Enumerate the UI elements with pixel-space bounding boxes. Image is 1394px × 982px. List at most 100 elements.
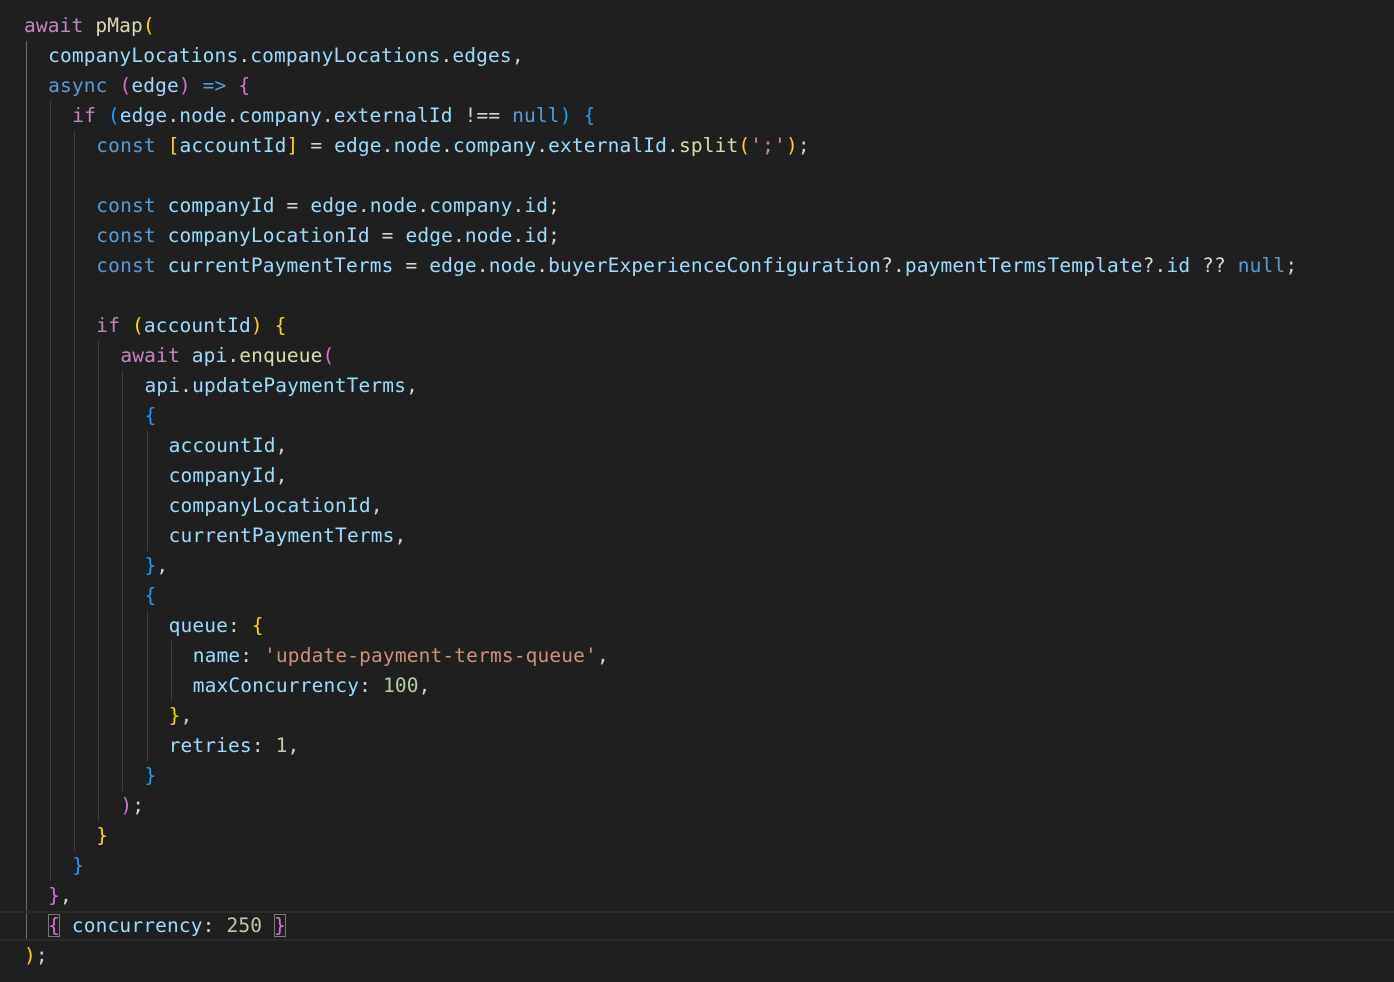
code-line[interactable]: queue: { [0, 611, 264, 641]
code-line[interactable]: }, [0, 881, 72, 911]
token-variable: edge [429, 254, 477, 277]
token-string: 'update-payment-terms-queue' [264, 644, 597, 667]
token-number: 100 [382, 674, 419, 697]
token-variable: currentPaymentTerms [168, 524, 395, 547]
token-plain: . [536, 254, 549, 277]
token-plain: = [393, 254, 430, 277]
code-line[interactable]: async (edge) => { [0, 71, 250, 101]
token-plain: ; [35, 944, 48, 967]
code-editor[interactable]: await pMap(companyLocations.companyLocat… [0, 0, 1394, 982]
token-variable: node [488, 254, 537, 277]
token-bracket-1: [ [167, 134, 180, 157]
code-line[interactable]: currentPaymentTerms, [0, 521, 407, 551]
code-line[interactable]: name: 'update-payment-terms-queue', [0, 641, 609, 671]
token-plain: = [369, 224, 406, 247]
token-plain: . [227, 344, 240, 367]
code-line[interactable]: } [0, 761, 157, 791]
token-plain: . [238, 44, 251, 67]
code-line[interactable]: retries: 1, [0, 731, 300, 761]
code-line[interactable]: if (accountId) { [0, 311, 287, 341]
code-line[interactable]: }, [0, 551, 169, 581]
token-bracket-3: } [144, 764, 157, 787]
token-plain: , [418, 674, 431, 697]
code-line[interactable]: ); [0, 791, 144, 821]
code-line[interactable]: { [0, 581, 157, 611]
token-plain: . [226, 104, 239, 127]
token-bracket-1: ( [738, 134, 751, 157]
token-plain: , [394, 524, 407, 547]
token-plain: ; [797, 134, 810, 157]
token-variable: company [238, 104, 322, 127]
code-line[interactable]: api.updatePaymentTerms, [0, 371, 418, 401]
code-line[interactable]: const currentPaymentTerms = edge.node.bu… [0, 251, 1297, 281]
token-plain: ?? [1190, 254, 1238, 277]
token-bracket-2: ( [119, 74, 132, 97]
token-bracket-3: { [144, 584, 157, 607]
token-plain: . [453, 224, 465, 247]
token-plain: . [536, 134, 549, 157]
code-line[interactable]: const companyId = edge.node.company.id; [0, 191, 560, 221]
token-plain: ; [132, 794, 145, 817]
code-line[interactable]: companyId, [0, 461, 288, 491]
token-bracket-2: } [274, 914, 286, 937]
token-bracket-1: ] [286, 134, 299, 157]
token-plain: = [298, 134, 335, 157]
code-line[interactable]: ); [0, 941, 48, 971]
token-plain: , [287, 734, 300, 757]
code-line[interactable]: await api.enqueue( [0, 341, 334, 371]
token-bracket-2: } [48, 884, 60, 907]
token-bracket-1: { [251, 614, 264, 637]
token-variable: companyLocations [48, 44, 239, 67]
token-number: 250 [226, 914, 263, 937]
token-plain: . [667, 134, 679, 157]
code-line[interactable]: const companyLocationId = edge.node.id; [0, 221, 560, 251]
token-plain: ; [548, 224, 561, 247]
token-plain: = [274, 194, 311, 217]
code-line[interactable]: companyLocationId, [0, 491, 383, 521]
token-plain: : [240, 644, 265, 667]
token-variable: companyLocationId [167, 224, 370, 247]
code-line[interactable]: if (edge.node.company.externalId !== nul… [0, 101, 595, 131]
token-variable: id [1166, 254, 1191, 277]
token-variable: node [393, 134, 442, 157]
token-keyword-storage: null [1237, 254, 1286, 277]
code-line[interactable]: } [0, 821, 108, 851]
code-line[interactable]: maxConcurrency: 100, [0, 671, 431, 701]
token-function: enqueue [239, 344, 323, 367]
token-plain: : [202, 914, 227, 937]
code-line[interactable]: }, [0, 701, 193, 731]
token-plain: . [180, 374, 193, 397]
token-keyword-storage: const [96, 194, 156, 217]
code-line[interactable]: const [accountId] = edge.node.company.ex… [0, 131, 810, 161]
token-bracket-2: ( [322, 344, 335, 367]
code-line[interactable]: await pMap( [0, 11, 155, 41]
code-line[interactable] [0, 281, 96, 311]
token-plain: . [512, 194, 525, 217]
code-line[interactable]: } [0, 851, 84, 881]
token-plain: , [275, 464, 288, 487]
token-variable: externalId [333, 104, 453, 127]
code-line[interactable]: accountId, [0, 431, 288, 461]
code-line[interactable]: companyLocations.companyLocations.edges, [0, 41, 524, 71]
token-plain: ?. [881, 254, 905, 277]
token-function: split [678, 134, 739, 157]
code-line[interactable]: { [0, 401, 157, 431]
token-variable: id [524, 224, 549, 247]
code-line[interactable] [0, 161, 96, 191]
token-plain: ; [1285, 254, 1298, 277]
token-variable: edge [310, 194, 358, 217]
token-bracket-2: { [48, 914, 60, 937]
token-keyword-storage: async [48, 74, 108, 97]
code-line[interactable]: { concurrency: 250 } [0, 911, 1394, 941]
token-plain: . [167, 104, 180, 127]
token-keyword-storage: const [96, 224, 156, 247]
